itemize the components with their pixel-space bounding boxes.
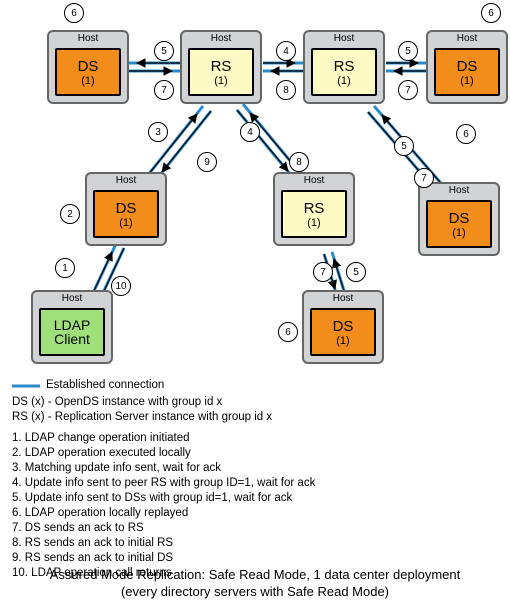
host-label: Host — [305, 32, 383, 46]
step-circle-7: 7 — [154, 80, 174, 100]
step-circle-10: 10 — [111, 276, 131, 296]
step-circle-2: 2 — [60, 204, 80, 224]
host-label: Host — [87, 174, 165, 188]
host-ds-bottom: Host DS (1) — [302, 290, 384, 364]
rs-node: RS (1) — [311, 48, 377, 96]
host-ds-right: Host DS (1) — [418, 182, 500, 256]
step-circle-4: 4 — [276, 41, 296, 61]
host-rs-mid: Host RS (1) — [273, 172, 355, 246]
host-ds-mid-left: Host DS (1) — [85, 172, 167, 246]
ds-node: DS (1) — [93, 190, 159, 238]
ds-node: DS (1) — [55, 48, 121, 96]
host-label: Host — [420, 184, 498, 198]
ds-node: DS (1) — [434, 48, 500, 96]
host-ds-top-left: Host DS (1) — [47, 30, 129, 104]
host-label: Host — [33, 292, 111, 306]
step-circle-8: 8 — [276, 80, 296, 100]
ldap-client-node: LDAP Client — [39, 308, 105, 356]
step-circle-6: 6 — [481, 3, 501, 23]
rs-node: RS (1) — [281, 190, 347, 238]
legend-rs: RS (x) - Replication Server instance wit… — [12, 410, 498, 425]
legend-steps: 1. LDAP change operation initiated 2. LD… — [12, 431, 498, 581]
host-label: Host — [182, 32, 260, 46]
legend-connection: Established connection — [12, 378, 498, 393]
ds-node: DS (1) — [426, 200, 492, 248]
step-circle-4: 4 — [240, 122, 260, 142]
diagram-caption: Assured Mode Replication: Safe Read Mode… — [0, 566, 510, 600]
step-circle-5: 5 — [398, 41, 418, 61]
step-circle-7: 7 — [414, 168, 434, 188]
step-circle-7: 7 — [398, 80, 418, 100]
step-circle-7: 7 — [313, 262, 333, 282]
host-label: Host — [49, 32, 127, 46]
step-circle-8: 8 — [289, 152, 309, 172]
step-circle-9: 9 — [197, 152, 217, 172]
host-label: Host — [428, 32, 506, 46]
step-circle-6: 6 — [456, 124, 476, 144]
legend: Established connection DS (x) - OpenDS i… — [12, 378, 498, 581]
host-ds-top-right: Host DS (1) — [426, 30, 508, 104]
ds-node: DS (1) — [310, 308, 376, 356]
step-circle-1: 1 — [55, 258, 75, 278]
host-ldap-client: Host LDAP Client — [31, 290, 113, 364]
host-label: Host — [275, 174, 353, 188]
host-label: Host — [304, 292, 382, 306]
host-rs-top-left: Host RS (1) — [180, 30, 262, 104]
legend-ds: DS (x) - OpenDS instance with group id x — [12, 395, 498, 410]
rs-node: RS (1) — [188, 48, 254, 96]
step-circle-5: 5 — [154, 41, 174, 61]
step-circle-6: 6 — [278, 322, 298, 342]
step-circle-6: 6 — [64, 3, 84, 23]
host-rs-top-right: Host RS (1) — [303, 30, 385, 104]
step-circle-5: 5 — [346, 262, 366, 282]
step-circle-3: 3 — [148, 122, 168, 142]
step-circle-5: 5 — [394, 136, 414, 156]
